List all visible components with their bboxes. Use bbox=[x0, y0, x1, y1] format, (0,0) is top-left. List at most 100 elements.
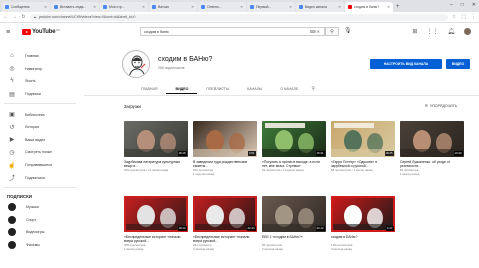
menu-dots-icon[interactable]: ⋮ bbox=[471, 14, 476, 20]
sidebar-item[interactable]: ▤ Подписки bbox=[0, 88, 80, 101]
tab-favicon-icon bbox=[152, 5, 156, 9]
sidebar-item[interactable]: ▶ Ваши видео bbox=[0, 134, 80, 147]
channel-tabs: ГЛАВНАЯ ВИДЕО ПЛЕЙЛИСТЫ КАНАЛЫ О КАНАЛЕ ⚲ bbox=[132, 84, 315, 94]
apps-icon[interactable]: ⋮⋮ bbox=[426, 28, 438, 35]
keyboard-icon[interactable]: ⌨ ✕ bbox=[310, 29, 320, 34]
video-duration: 10:30 bbox=[453, 150, 463, 156]
browser-tab[interactable]: Вставить сюда... ✕ bbox=[51, 2, 99, 12]
video-thumbnail[interactable]: 18:16 bbox=[124, 121, 188, 157]
search-input[interactable]: сходим в баню ⌨ ✕ bbox=[140, 27, 325, 36]
browser-tab[interactable]: Видео каналa ✕ bbox=[296, 2, 344, 12]
sidebar: ⌂ Главная ◎ Навигатор ϟ Shorts ▤ Подписки ▣ Библ… bbox=[0, 50, 80, 251]
subscription-avatar bbox=[8, 241, 16, 250]
search-button[interactable]: ⚲ bbox=[325, 27, 339, 36]
tab-close-icon[interactable]: ✕ bbox=[338, 5, 341, 9]
sidebar-item[interactable]: ☝ Понравившиеся bbox=[0, 159, 80, 172]
tab-close-icon[interactable]: ✕ bbox=[142, 5, 145, 9]
sidebar-item[interactable]: ϟ Shorts bbox=[0, 75, 80, 88]
channel-tab[interactable]: КАНАЛЫ bbox=[238, 84, 271, 94]
manage-videos-button[interactable]: ВИДЕО bbox=[446, 59, 470, 69]
home-icon: ⌂ bbox=[10, 53, 14, 60]
video-thumbnail[interactable]: 15:31 bbox=[262, 121, 326, 157]
video-thumbnail[interactable]: 10:30 bbox=[400, 121, 464, 157]
back-icon[interactable]: ← bbox=[3, 14, 8, 20]
youtube-logo[interactable]: YouTube RU bbox=[22, 29, 60, 35]
maximize-icon[interactable]: □ bbox=[461, 2, 464, 8]
browser-tab[interactable]: Моя стр... ✕ bbox=[100, 2, 148, 12]
video-card[interactable]: 3:51 В заведении туда рождественские сюже… bbox=[193, 121, 257, 177]
extensions-icon[interactable]: ⬚ bbox=[461, 14, 466, 20]
browser-tab[interactable]: сходим в баню? ✕ bbox=[345, 2, 393, 12]
close-window-icon[interactable]: ✕ bbox=[472, 2, 476, 8]
video-meta: 3 месяца назад bbox=[331, 247, 352, 252]
video-card[interactable]: 18:16 Заурбекова литература культурные ве… bbox=[124, 121, 188, 173]
video-card[interactable]: 22:44 «Беспредельные истории» «начали вче… bbox=[193, 196, 257, 252]
sidebar-item[interactable]: ▣ Библиотека bbox=[0, 108, 80, 121]
channel-tabs-divider bbox=[84, 95, 479, 96]
thumbnail-shape bbox=[334, 123, 374, 128]
subscription-item[interactable]: Видеоигры bbox=[0, 226, 80, 239]
sidebar-divider bbox=[4, 186, 76, 188]
subscription-item[interactable]: Фильмы bbox=[0, 239, 80, 252]
channel-avatar[interactable] bbox=[122, 50, 150, 78]
subscription-label: Спорт bbox=[26, 217, 37, 222]
sidebar-item[interactable]: ⌂ Главная bbox=[0, 50, 80, 63]
url-field[interactable]: 🔒︎ youtube.com/channel/UCtf9/videos?view… bbox=[30, 13, 448, 21]
sort-button[interactable]: ≡ УПОРЯДОЧИТЬ bbox=[425, 103, 457, 109]
video-card[interactable]: 15:31 «Погулять в прятки в выходе, а если… bbox=[262, 121, 326, 173]
video-card[interactable]: 10:30 Сергей Лукьяненко: об уходе от реал… bbox=[400, 121, 464, 177]
video-meta: 1 месяц назад bbox=[124, 247, 144, 252]
browser-tab[interactable]: Ответы... ✕ bbox=[198, 2, 246, 12]
browser-tab[interactable]: Первый... ✕ bbox=[247, 2, 295, 12]
tab-close-icon[interactable]: ✕ bbox=[387, 5, 390, 9]
video-thumbnail[interactable]: 22:44 bbox=[193, 196, 257, 232]
browser-tab[interactable]: Ватсап ✕ bbox=[149, 2, 197, 12]
channel-tab[interactable]: ГЛАВНАЯ bbox=[132, 84, 166, 94]
subscription-item[interactable]: Спорт bbox=[0, 214, 80, 227]
thumbnail-shape bbox=[206, 130, 224, 152]
subscriptions-icon: ▤ bbox=[9, 91, 15, 98]
microphone-icon[interactable]: 🎙︎ bbox=[344, 27, 352, 34]
new-tab-icon[interactable]: + bbox=[396, 4, 400, 10]
minimize-icon[interactable]: – bbox=[450, 2, 453, 8]
video-thumbnail[interactable]: 3:51 bbox=[193, 121, 257, 157]
channel-search-icon[interactable]: ⚲ bbox=[311, 84, 315, 94]
tab-favicon-icon bbox=[348, 5, 352, 9]
tab-close-icon[interactable]: ✕ bbox=[44, 5, 47, 9]
sidebar-item[interactable]: ◷ Смотреть позже bbox=[0, 146, 80, 159]
reload-icon[interactable]: ↻ bbox=[21, 14, 26, 20]
sidebar-item[interactable]: ↺ История bbox=[0, 121, 80, 134]
channel-tab[interactable]: ПЛЕЙЛИСТЫ bbox=[197, 84, 238, 94]
customize-channel-button[interactable]: НАСТРОИТЬ ВИД КАНАЛА bbox=[370, 59, 442, 69]
video-thumbnail[interactable]: 0:17 bbox=[331, 196, 395, 232]
sidebar-item[interactable]: ⤴ Подписчики bbox=[0, 171, 80, 184]
video-thumbnail[interactable]: 18:12 bbox=[124, 196, 188, 232]
channel-tab[interactable]: О КАНАЛЕ bbox=[271, 84, 307, 94]
account-avatar[interactable] bbox=[464, 28, 471, 35]
forward-icon[interactable]: → bbox=[12, 14, 17, 20]
tab-close-icon[interactable]: ✕ bbox=[191, 5, 194, 9]
library-icon: ▣ bbox=[9, 112, 15, 119]
channel-tab[interactable]: ВИДЕО bbox=[166, 84, 198, 94]
tab-close-icon[interactable]: ✕ bbox=[289, 5, 292, 9]
video-card[interactable]: 18:25 «Гарри Поттер» «Одиссея» в зарубежн… bbox=[331, 121, 395, 173]
hamburger-menu-icon[interactable]: ≡ bbox=[6, 29, 16, 36]
subscription-label: Фильмы bbox=[26, 243, 40, 248]
tab-close-icon[interactable]: ✕ bbox=[93, 5, 96, 9]
video-duration: 18:16 bbox=[177, 150, 187, 156]
search-input-value: сходим в баню bbox=[144, 29, 169, 34]
sidebar-item[interactable]: ◎ Навигатор bbox=[0, 63, 80, 76]
video-card[interactable]: 0:17 сходим в БАНю? 149 просмотров 3 месяца… bbox=[331, 196, 395, 252]
shorts-icon: ϟ bbox=[10, 78, 14, 85]
video-card[interactable]: 18:12 «Беспредельные истории» «начали вче… bbox=[124, 196, 188, 252]
create-video-icon[interactable]: ⊞ bbox=[412, 28, 417, 35]
star-icon[interactable]: ☆ bbox=[452, 14, 456, 20]
browser-tab[interactable]: Сообщения ✕ bbox=[2, 2, 50, 12]
channel-name: сходим в БАНю? bbox=[158, 56, 213, 63]
video-thumbnail[interactable]: 18:25 bbox=[331, 121, 395, 157]
video-thumbnail[interactable]: 23:12 bbox=[262, 196, 326, 232]
tab-close-icon[interactable]: ✕ bbox=[240, 5, 243, 9]
video-card[interactable]: 23:12 ЕБЕ 1 «сходим в БАНю?» 86 просмотров… bbox=[262, 196, 326, 252]
subscription-item[interactable]: Музыка bbox=[0, 201, 80, 214]
notifications-icon[interactable]: 🔔︎ bbox=[447, 28, 455, 35]
